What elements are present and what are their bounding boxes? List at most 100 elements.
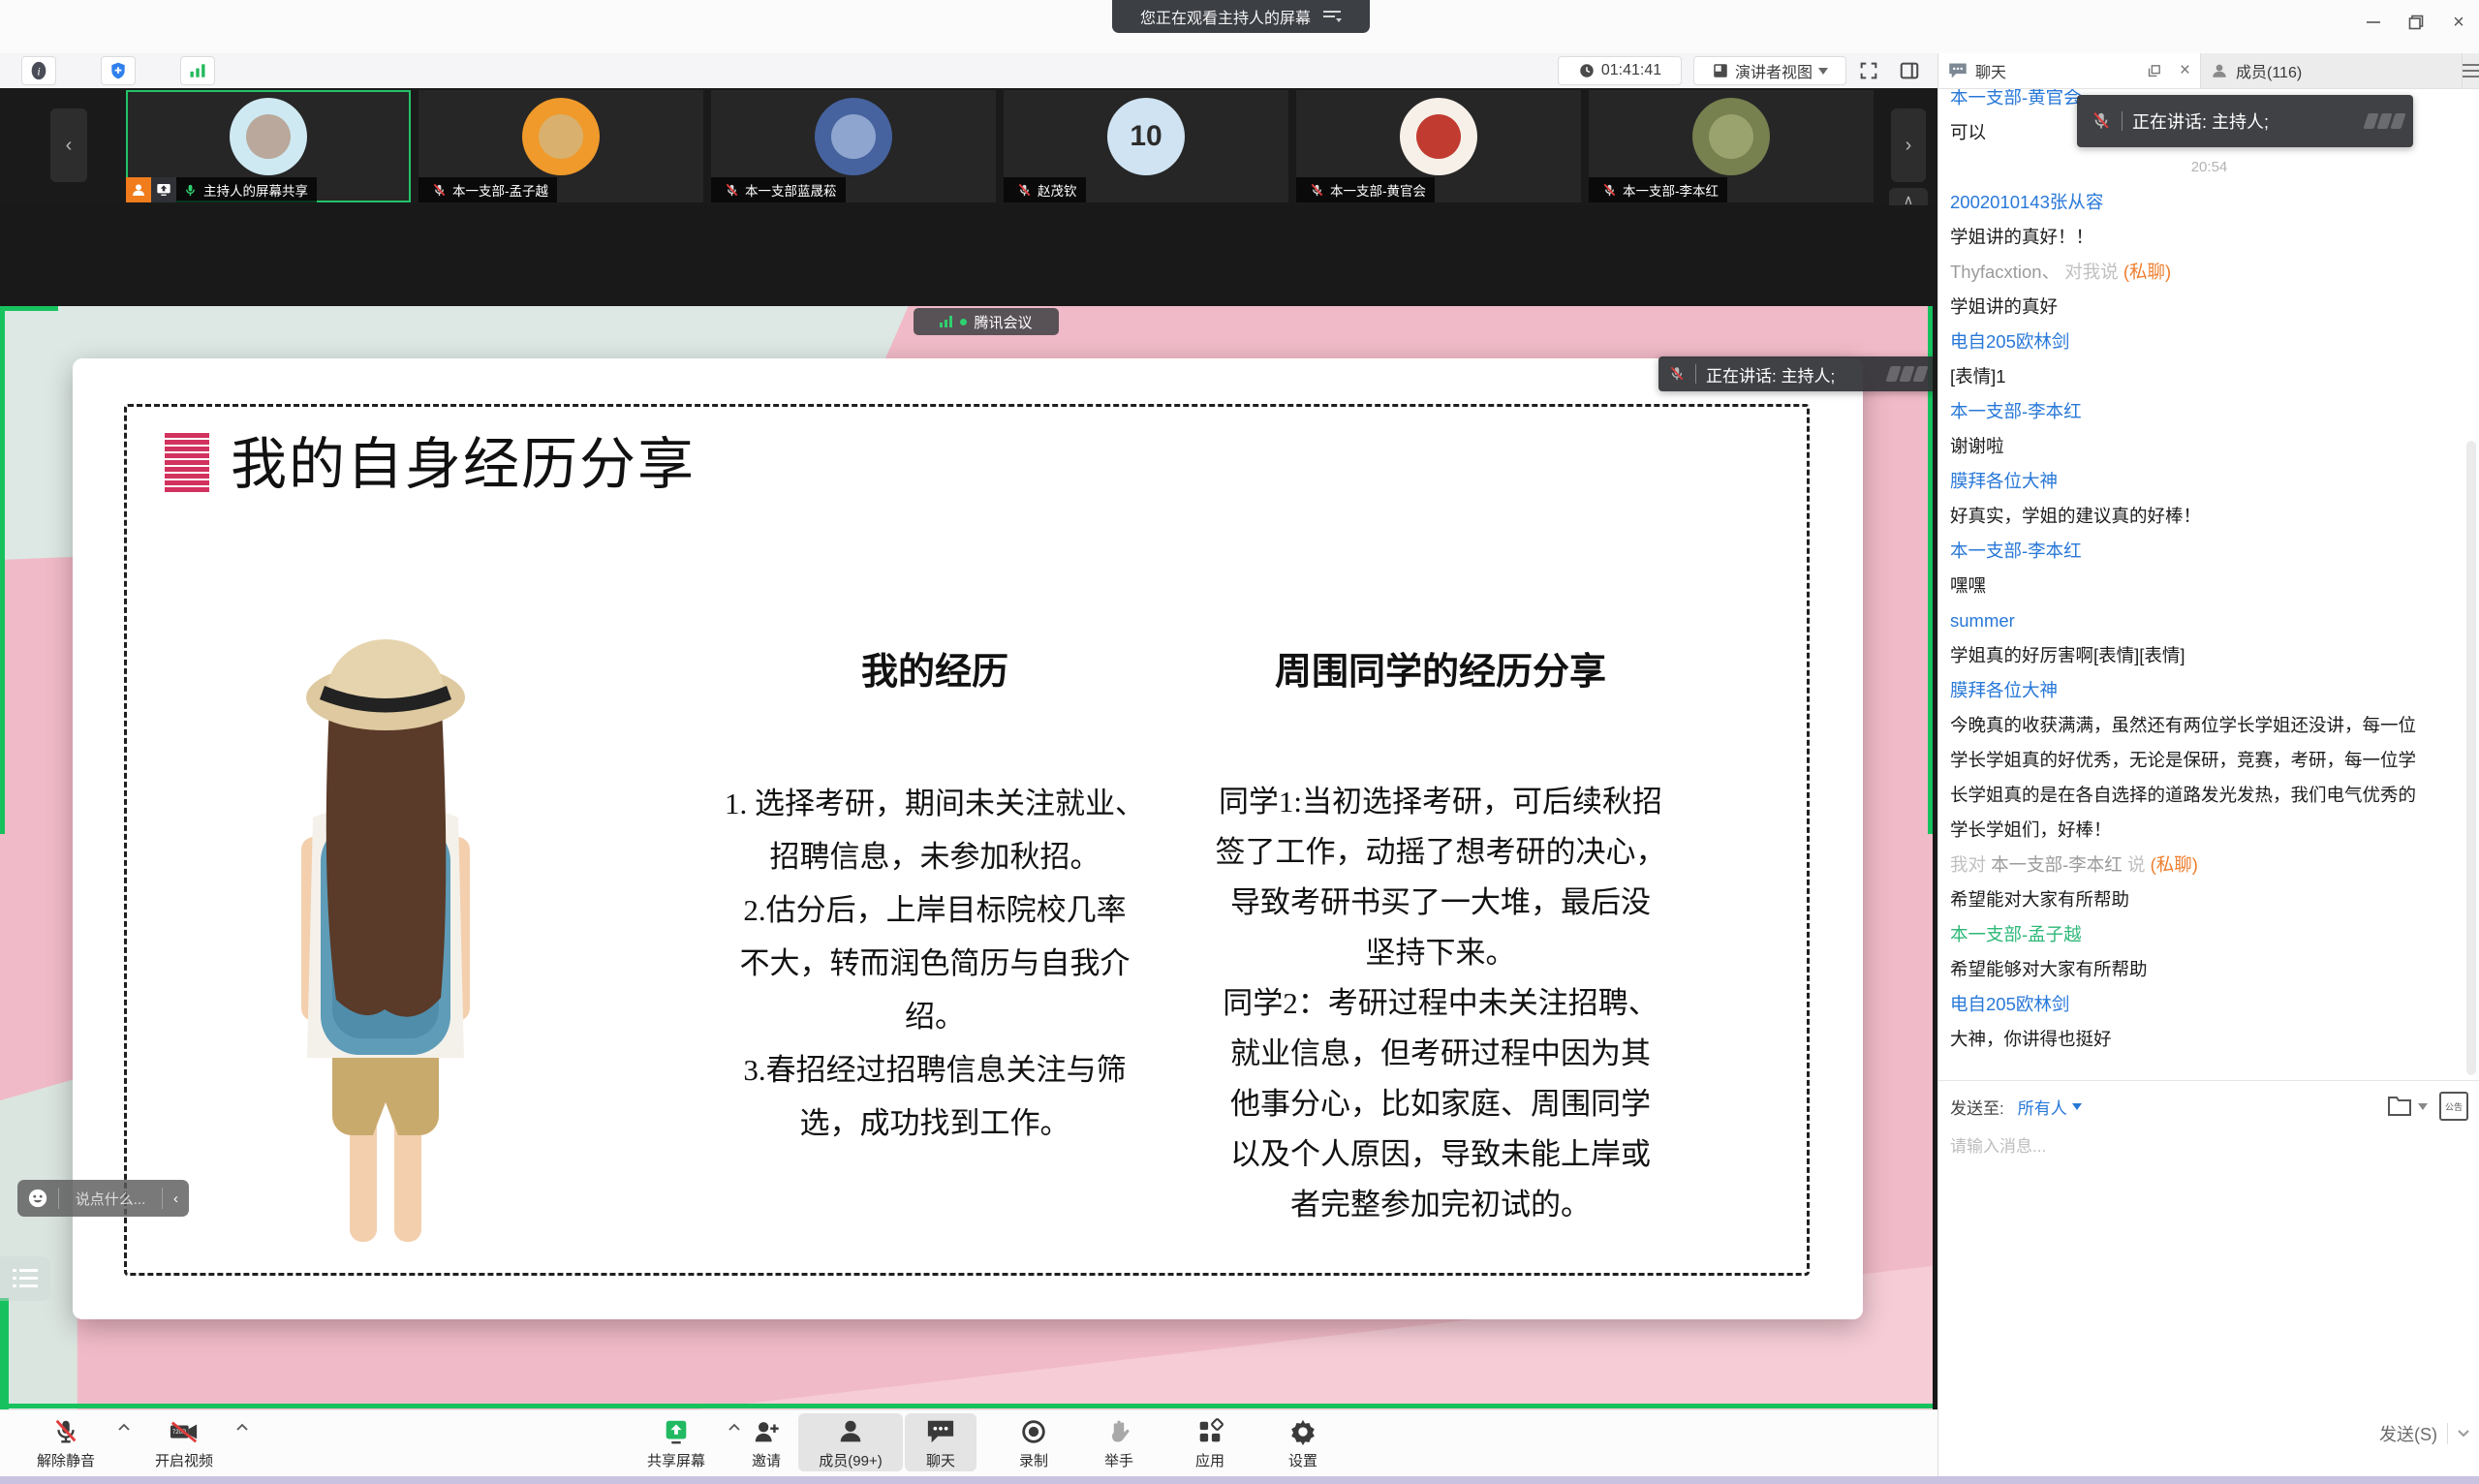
mic-muted-icon (2091, 110, 2112, 132)
chat-message-list: 本一支部-黄官会可以20:542002010143张从容学姐讲的真好！！Thyf… (1938, 80, 2479, 1134)
tab-members[interactable]: 成员(116) (2200, 53, 2462, 88)
minimize-button[interactable] (2354, 8, 2393, 37)
close-chat-button[interactable]: × (2180, 60, 2190, 81)
control-share-screen[interactable]: 共享屏幕 (628, 1413, 725, 1471)
send-button[interactable]: 发送(S) (2379, 1421, 2437, 1446)
send-to-value: 所有人 (2018, 1095, 2067, 1119)
control-chat[interactable]: 聊天 (905, 1413, 976, 1471)
chat-message: 好真实，学姐的建议真的好棒！ (1938, 499, 2427, 534)
control-apps[interactable]: 应用 (1176, 1413, 1244, 1471)
participant-avatar (522, 98, 600, 175)
shared-screen-stage: 我的自身经历分享 (0, 205, 1937, 1409)
chat-message: 电自205欧林剑 (1938, 325, 2427, 359)
control-label: 举手 (1104, 1450, 1133, 1470)
chat-message: 本一支部-李本红 (1938, 534, 2427, 569)
participant-name: 本一支部蓝晟菘 (745, 180, 837, 200)
share-screen-icon (662, 1415, 691, 1448)
video-tile[interactable]: 本一支部-孟子越 (418, 90, 703, 202)
chat-message: 电自205欧林剑 (1938, 987, 2427, 1022)
video-tile[interactable]: 主持人的屏幕共享 (126, 90, 411, 202)
control-invite[interactable]: 邀请 (734, 1413, 798, 1471)
next-tiles-button[interactable]: › (1891, 108, 1926, 182)
participant-avatar: 10 (1107, 98, 1185, 175)
chat-message: 我对 本一支部-李本红 说 (私聊) (1938, 848, 2427, 882)
banner-menu-icon[interactable] (1322, 9, 1342, 24)
network-signal-button[interactable] (180, 56, 215, 85)
message-input[interactable]: 请输入消息... (1950, 1125, 2454, 1163)
chat-history-button[interactable] (2387, 1095, 2412, 1118)
column1-title: 我的经历 (717, 641, 1153, 695)
maximize-button[interactable] (2397, 8, 2435, 37)
send-to-dropdown[interactable]: 所有人 (2018, 1095, 2082, 1119)
mic-muted-icon (1306, 179, 1327, 201)
meeting-info-button[interactable]: i (21, 56, 56, 85)
chevron-down-icon[interactable] (2418, 1103, 2428, 1110)
send-options-button[interactable] (2458, 1430, 2469, 1438)
chat-bubble-icon (1948, 62, 1968, 79)
chat-message: 学姐讲的真好！！ (1938, 220, 2427, 255)
meeting-duration[interactable]: 01:41:41 (1558, 56, 1682, 85)
speaking-text: 正在讲话: 主持人; (1706, 362, 1835, 386)
participant-label: 本一支部-孟子越 (418, 177, 557, 202)
security-shield-button[interactable] (101, 56, 136, 85)
caption-input[interactable]: 说点什么... (59, 1189, 162, 1209)
announcement-button[interactable]: 公告 (2439, 1092, 2468, 1121)
raise-hand-icon (1105, 1415, 1132, 1448)
expand-options-caret[interactable] (118, 1423, 130, 1431)
video-tile[interactable]: 本一支部蓝晟菘 (711, 90, 996, 202)
chat-menu-button[interactable] (2462, 53, 2479, 88)
side-panel-button[interactable] (1897, 58, 1922, 83)
chat-speaking-indicator: 正在讲话: 主持人; (2077, 95, 2413, 147)
control-settings[interactable]: 设置 (1269, 1413, 1337, 1471)
emoji-button[interactable] (27, 1188, 48, 1209)
video-tile[interactable]: 10赵茂钦 (1004, 90, 1288, 202)
close-button[interactable]: × (2439, 8, 2478, 37)
mic-muted-icon (1013, 179, 1035, 201)
tencent-logo-icon (2366, 113, 2403, 129)
watching-banner-text: 您正在观看主持人的屏幕 (1140, 5, 1311, 28)
signal-bars-icon (940, 316, 953, 327)
divider (2447, 1423, 2448, 1444)
mic-muted-icon (428, 179, 449, 201)
chat-message: 希望能对大家有所帮助 (1938, 882, 2427, 917)
participant-label: 主持人的屏幕共享 (126, 177, 317, 202)
caption-bar: 说点什么... ‹ (17, 1180, 189, 1217)
fullscreen-button[interactable] (1856, 58, 1881, 83)
view-mode-button[interactable]: 演讲者视图 (1693, 56, 1846, 85)
participant-name: 本一支部-李本红 (1623, 180, 1719, 200)
camera-off-icon: 720P (169, 1415, 200, 1448)
meeting-window: 您正在观看主持人的屏幕 × i 01:41:41 (0, 0, 2479, 1484)
chat-message: [表情]1 (1938, 359, 2427, 394)
video-tile[interactable]: 本一支部-黄官会 (1296, 90, 1581, 202)
chat-message: 学姐讲的真好 (1938, 290, 2427, 325)
control-raise-hand[interactable]: 举手 (1085, 1413, 1153, 1471)
expand-options-caret[interactable] (236, 1423, 248, 1431)
apps-icon (1195, 1415, 1224, 1448)
chat-message: 膜拜各位大神 (1938, 464, 2427, 499)
participant-name: 本一支部-孟子越 (452, 180, 548, 200)
control-record[interactable]: 录制 (1000, 1413, 1068, 1471)
chat-scrollbar[interactable] (2466, 441, 2476, 1075)
participant-avatar (1400, 98, 1477, 175)
video-tile[interactable]: 本一支部-李本红 (1589, 90, 1874, 202)
control-label: 应用 (1195, 1450, 1224, 1470)
control-members[interactable]: 成员(99+) (798, 1413, 903, 1471)
experience-column: 我的经历 1. 选择考研，期间未关注就业、 招聘信息，未参加秋招。 2.估分后，… (717, 641, 1153, 1150)
chat-panel: 本一支部-黄官会可以20:542002010143张从容学姐讲的真好！！Thyf… (1937, 53, 2479, 1476)
tab-chat[interactable]: 聊天 × (1938, 53, 2200, 88)
prev-tiles-button[interactable]: ‹ (50, 108, 87, 182)
mic-on-icon (179, 179, 201, 201)
sidebar-toggle-button[interactable] (0, 1256, 50, 1301)
watching-host-banner: 您正在观看主持人的屏幕 (1112, 0, 1370, 33)
meeting-watermark: 腾讯会议 (914, 308, 1059, 335)
control-camera-off[interactable]: 720P开启视频 (136, 1413, 232, 1471)
share-border-top (0, 306, 58, 311)
share-border-bottom (0, 1404, 1933, 1408)
chat-icon (926, 1415, 955, 1448)
chat-message: Thyfacxtion、 对我说 (私聊) (1938, 255, 2427, 290)
collapse-caption-button[interactable]: ‹ (173, 1190, 178, 1207)
duration-text: 01:41:41 (1601, 62, 1661, 79)
popout-chat-button[interactable] (2146, 63, 2162, 79)
control-label: 共享屏幕 (647, 1450, 705, 1470)
control-mic-muted[interactable]: 解除静音 (17, 1413, 114, 1471)
